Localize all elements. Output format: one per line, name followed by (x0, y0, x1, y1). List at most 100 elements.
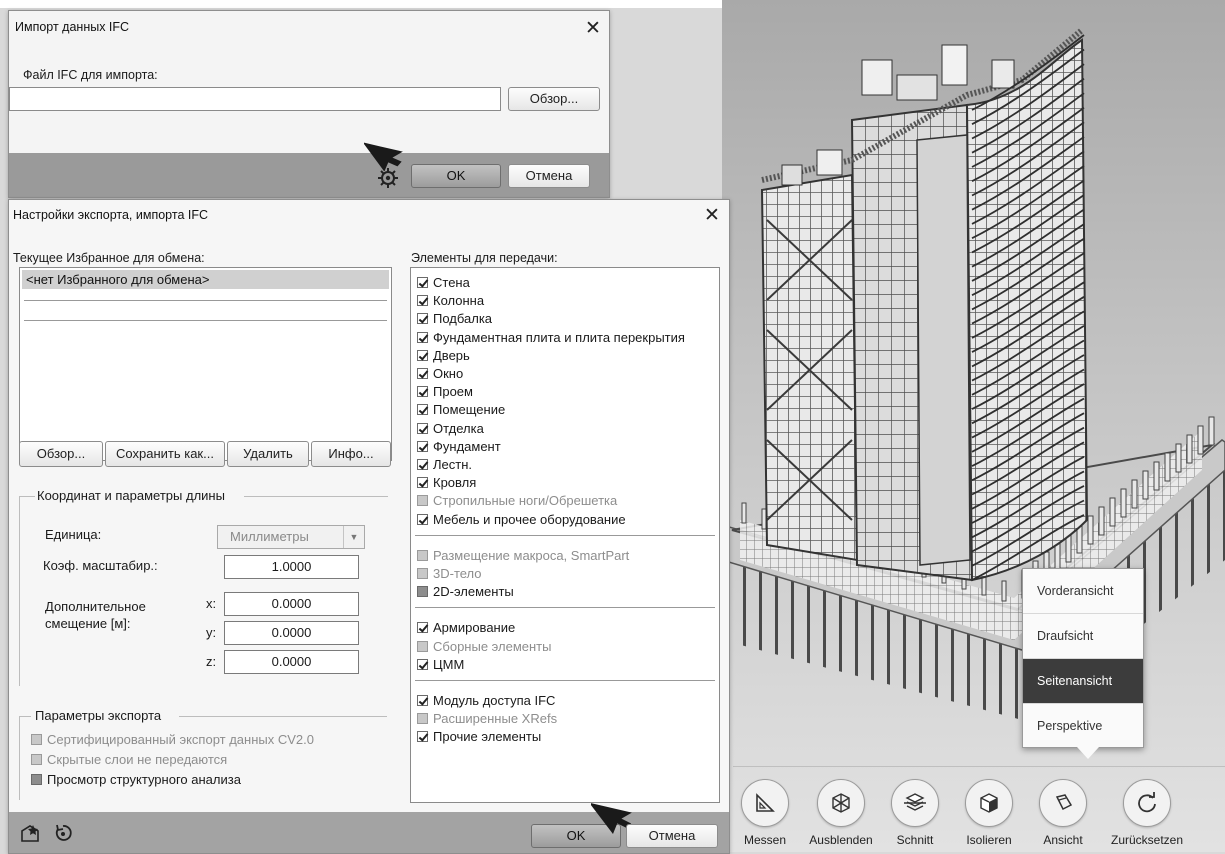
checkbox-label: Фундамент (433, 438, 501, 454)
checkbox[interactable] (417, 349, 428, 361)
checkbox[interactable] (417, 695, 428, 706)
checkbox-label: Стена (433, 275, 470, 290)
export-option-row[interactable]: Просмотр структурного анализа (31, 772, 241, 791)
offset-z-input[interactable]: 0.0000 (224, 650, 359, 674)
element-checkbox-row[interactable]: Стропильные ноги/Обрешетка (417, 493, 617, 512)
save-as-button[interactable]: Сохранить как... (105, 441, 225, 467)
element-checkbox-row[interactable]: Армирование (417, 620, 515, 639)
checkbox[interactable] (417, 295, 428, 307)
export-option-row[interactable]: Скрытые слои не передаются (31, 752, 227, 771)
element-checkbox-row[interactable]: Кровля (417, 475, 476, 494)
checkbox[interactable] (31, 774, 42, 785)
group-border (19, 716, 31, 717)
file-path-input[interactable] (9, 87, 501, 111)
element-checkbox-row[interactable]: Стена (417, 275, 470, 294)
import-ifc-dialog: Импорт данных IFC ✕ Файл IFC для импорта… (8, 10, 610, 198)
checkbox[interactable] (417, 622, 428, 634)
checkbox-label: Проем (433, 384, 473, 400)
element-checkbox-row[interactable]: Мебель и прочее оборудование (417, 512, 626, 531)
scale-input[interactable]: 1.0000 (224, 555, 359, 579)
element-checkbox-row[interactable]: Отделка (417, 421, 484, 440)
checkbox[interactable] (417, 386, 428, 398)
close-icon[interactable]: ✕ (704, 206, 720, 225)
pointer-arrow-icon (364, 142, 403, 171)
view-menu-item-side[interactable]: Seitenansicht (1023, 659, 1143, 704)
element-checkbox-row[interactable]: Сборные элементы (417, 639, 551, 658)
ok-button[interactable]: OK (411, 164, 501, 188)
unit-select[interactable]: Миллиметры ▼ (217, 525, 365, 549)
restore-icon[interactable] (53, 823, 73, 843)
cancel-button[interactable]: Отмена (508, 164, 590, 188)
element-checkbox-row[interactable]: Прочие элементы (417, 729, 541, 748)
elements-list: Стена Колонна Подбалка Фундаментная плита и… (410, 267, 720, 803)
favorites-browse-button[interactable]: Обзор... (19, 441, 103, 467)
favorites-list[interactable]: <нет Избранного для обмена> (19, 267, 392, 461)
checkbox[interactable] (417, 277, 428, 288)
element-checkbox-row[interactable]: Проем (417, 384, 473, 403)
checkbox-label: ЦММ (433, 656, 465, 672)
checkbox[interactable] (417, 440, 428, 452)
checkbox[interactable] (417, 713, 428, 725)
element-checkbox-row[interactable]: Модуль доступа IFC (417, 693, 555, 712)
checkbox[interactable] (31, 754, 42, 765)
element-checkbox-row[interactable]: Окно (417, 366, 463, 385)
checkbox[interactable] (417, 568, 428, 579)
delete-button[interactable]: Удалить (227, 441, 309, 467)
favorites-star-icon[interactable] (19, 823, 41, 843)
checkbox[interactable] (31, 734, 42, 745)
checkbox[interactable] (417, 459, 428, 470)
checkbox[interactable] (417, 368, 428, 379)
export-option-row[interactable]: Сертифицированный экспорт данных CV2.0 (31, 732, 314, 751)
element-checkbox-row[interactable]: Колонна (417, 293, 484, 312)
element-checkbox-row[interactable]: Подбалка (417, 311, 492, 330)
checkbox-label: Прочие элементы (433, 729, 542, 745)
checkbox[interactable] (417, 477, 428, 489)
checkbox-label: Лестн. (433, 457, 473, 472)
checkbox[interactable] (417, 422, 428, 434)
cancel-button[interactable]: Отмена (626, 824, 718, 848)
element-checkbox-row[interactable]: ЦММ (417, 657, 464, 676)
view-menu-item-top[interactable]: Draufsicht (1023, 614, 1143, 659)
toolbar-reset-button[interactable]: Zurücksetzen (1092, 779, 1202, 847)
checkbox[interactable] (417, 586, 428, 598)
checkbox[interactable] (417, 404, 428, 416)
view-camera-icon (1055, 794, 1073, 811)
checkbox[interactable] (417, 331, 428, 343)
element-checkbox-row[interactable]: 2D-элементы (417, 584, 514, 603)
chevron-down-icon[interactable]: ▼ (343, 526, 364, 548)
viewer-toolbar: Messen Ausblenden Schnitt Isolieren Ansi… (733, 766, 1225, 853)
checkbox[interactable] (417, 513, 428, 525)
list-item[interactable]: <нет Избранного для обмена> (22, 270, 389, 289)
element-checkbox-row[interactable]: Фундамент (417, 439, 501, 458)
checkbox[interactable] (417, 658, 428, 670)
offset-y-input[interactable]: 0.0000 (224, 621, 359, 645)
element-checkbox-row[interactable]: Фундаментная плита и плита перекрытия (417, 330, 685, 349)
view-menu-item-perspective[interactable]: Perspektive (1023, 704, 1143, 748)
offset-x-input[interactable]: 0.0000 (224, 592, 359, 616)
isolate-cube-icon (980, 793, 998, 813)
checkbox[interactable] (417, 731, 428, 743)
element-checkbox-row[interactable]: 3D-тело (417, 566, 482, 585)
checkbox-label: Армирование (433, 620, 516, 636)
browse-button[interactable]: Обзор... (508, 87, 600, 111)
view-dropdown-menu: Vorderansicht Draufsicht Seitenansicht P… (1022, 568, 1144, 759)
model-viewport[interactable] (722, 0, 1225, 852)
close-icon[interactable]: ✕ (585, 19, 601, 38)
checkbox-label: Подбалка (433, 311, 493, 327)
checkbox[interactable] (417, 640, 428, 652)
group-border (19, 496, 35, 497)
list-divider (415, 534, 715, 536)
element-checkbox-row[interactable]: Лестн. (417, 457, 472, 476)
checkbox[interactable] (417, 549, 428, 561)
group-border (244, 496, 388, 497)
element-checkbox-row[interactable]: Дверь (417, 348, 470, 367)
list-divider (24, 300, 387, 301)
element-checkbox-row[interactable]: Расширенные XRefs (417, 711, 557, 730)
element-checkbox-row[interactable]: Размещение макроса, SmartPart (417, 548, 629, 567)
checkbox[interactable] (417, 495, 428, 507)
checkbox[interactable] (417, 313, 428, 325)
element-checkbox-row[interactable]: Помещение (417, 402, 505, 421)
info-button[interactable]: Инфо... (311, 441, 391, 467)
view-menu-item-front[interactable]: Vorderansicht (1023, 569, 1143, 614)
dialog-title: Импорт данных IFC (15, 20, 130, 34)
